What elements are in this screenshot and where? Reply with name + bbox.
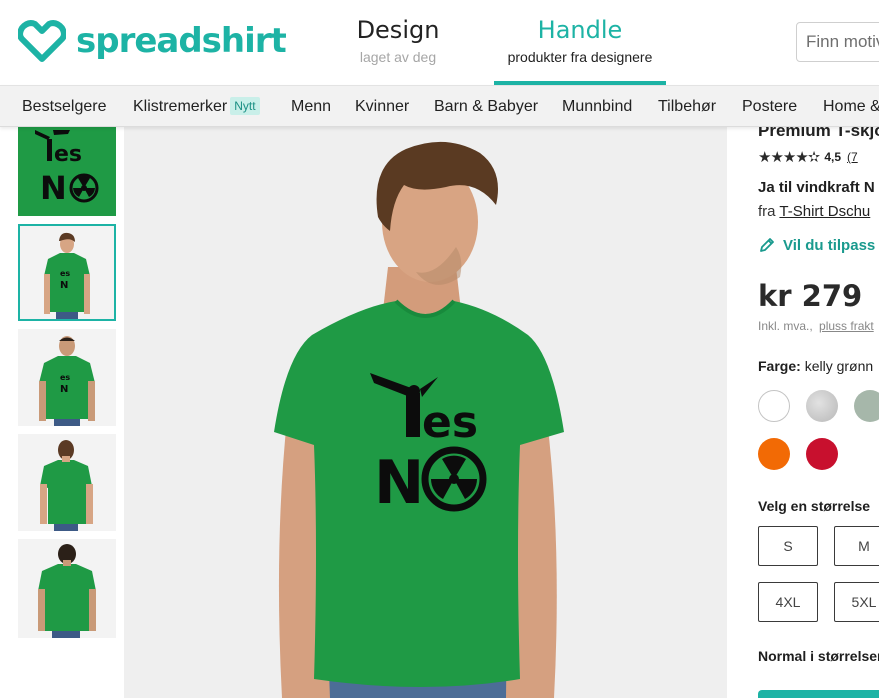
category-label: Menn	[291, 98, 332, 115]
category-barn-babyer[interactable]: Barn & Babyer	[434, 86, 538, 127]
vat-info: Inkl. mva., pluss frakt	[758, 319, 874, 333]
thumbnail-front-plus[interactable]: es N	[18, 329, 116, 426]
size-heading: Velg en størrelse	[758, 498, 871, 514]
model-tshirt-image: es N	[124, 127, 727, 698]
tab-design[interactable]: Design laget av deg	[338, 15, 458, 67]
color-swatch-heather-grey[interactable]	[806, 390, 838, 422]
site-header: spreadshirt Design laget av deg Handle p…	[0, 0, 879, 85]
category-kvinner[interactable]: Kvinner	[355, 86, 409, 127]
category-label: Kvinner	[355, 98, 410, 115]
designer-link[interactable]: T-Shirt Dschu	[779, 203, 870, 220]
product-info-panel: Premium T-skjo ★★★★✫ 4,5 (7 Ja til vindk…	[727, 127, 879, 698]
customize-label: Vil du tilpass	[783, 236, 876, 254]
new-badge: Nytt	[230, 97, 260, 115]
by-prefix: fra	[758, 203, 776, 220]
color-swatch-grey-green[interactable]	[854, 390, 879, 422]
vat-text: Inkl. mva.,	[758, 319, 813, 333]
size-m-button[interactable]: M	[834, 526, 879, 566]
fit-note: Normal i størrelser	[758, 648, 879, 664]
color-value: kelly grønn	[804, 358, 874, 374]
model-back-image	[18, 434, 116, 531]
add-to-cart-button[interactable]	[758, 690, 879, 698]
search-input[interactable]	[797, 23, 879, 61]
rating-value: 4,5	[824, 150, 842, 164]
rating-stars-icon: ★★★★✫	[758, 149, 820, 166]
search-box[interactable]	[796, 22, 879, 62]
tab-handle[interactable]: Handle produkter fra designere	[494, 15, 666, 85]
model-front-image: es N	[20, 226, 114, 319]
rating[interactable]: ★★★★✫ 4,5 (7	[758, 148, 858, 166]
design-text-line2: N	[60, 280, 68, 291]
category-label: Tilbehør	[658, 98, 717, 115]
design-text-line1: es	[54, 142, 82, 167]
category-label: Postere	[742, 98, 798, 115]
category-label: Klistremerker	[133, 98, 228, 115]
thumbnail-back[interactable]	[18, 434, 116, 531]
size-s-button[interactable]: S	[758, 526, 818, 566]
category-tilbehor[interactable]: Tilbehør	[658, 86, 716, 127]
model-back-plus-image	[18, 539, 116, 638]
category-label: Barn & Babyer	[434, 98, 539, 115]
size-4xl-button[interactable]: 4XL	[758, 582, 818, 622]
category-bar: Bestselgere Klistremerker Nytt Menn Kvinn…	[0, 85, 879, 127]
category-home[interactable]: Home &	[823, 86, 879, 127]
design-name: Ja til vindkraft N	[758, 179, 875, 196]
category-label: Bestselgere	[22, 98, 107, 115]
product-page: spreadshirt Design laget av deg Handle p…	[0, 0, 879, 698]
thumbnail-back-plus[interactable]	[18, 539, 116, 638]
category-label: Munnbind	[562, 98, 633, 115]
shipping-link[interactable]: pluss frakt	[819, 319, 874, 333]
logo-text: spreadshirt	[76, 21, 287, 61]
design-text-line1: es	[60, 373, 70, 382]
thumbnail-front[interactable]: es N	[18, 224, 116, 321]
tab-handle-title: Handle	[537, 16, 623, 44]
spreadshirt-logo[interactable]: spreadshirt	[18, 19, 287, 63]
category-munnbind[interactable]: Munnbind	[562, 86, 632, 127]
pencil-icon	[760, 238, 774, 252]
tab-design-subtitle: laget av deg	[359, 49, 437, 65]
category-label: Home &	[823, 98, 879, 115]
category-klistremerker[interactable]: Klistremerker Nytt	[133, 86, 260, 127]
category-bestselgere[interactable]: Bestselgere	[22, 86, 107, 127]
main-product-image[interactable]: es N	[124, 127, 727, 698]
color-selection-label: Farge: kelly grønn	[758, 358, 873, 374]
thumbnail-design[interactable]: es N	[18, 127, 116, 216]
color-swatch-red[interactable]	[806, 438, 838, 470]
design-text-line1: es	[422, 397, 478, 448]
tab-design-title: Design	[356, 16, 440, 44]
model-front-plus-image: es N	[18, 329, 116, 426]
rating-count-link[interactable]: (7	[847, 150, 858, 164]
design-text-line1: es	[60, 269, 70, 278]
product-title: Premium T-skjo	[758, 127, 879, 140]
color-swatch-orange[interactable]	[758, 438, 790, 470]
customize-link[interactable]: Vil du tilpass	[758, 236, 875, 254]
designer-byline: fra T-Shirt Dschu	[758, 203, 870, 220]
design-closeup-image: es N	[35, 130, 99, 207]
category-menn[interactable]: Menn	[291, 86, 331, 127]
design-text-line2: N	[40, 169, 67, 207]
tab-handle-subtitle: produkter fra designere	[507, 49, 653, 65]
color-swatch-white[interactable]	[758, 390, 790, 422]
design-text-line2: N	[60, 384, 68, 395]
category-postere[interactable]: Postere	[742, 86, 797, 127]
price: kr 279	[758, 279, 863, 313]
design-text-line2: N	[374, 448, 424, 518]
heart-logo-icon	[18, 20, 66, 62]
color-label: Farge:	[758, 358, 801, 374]
size-5xl-button[interactable]: 5XL	[834, 582, 879, 622]
